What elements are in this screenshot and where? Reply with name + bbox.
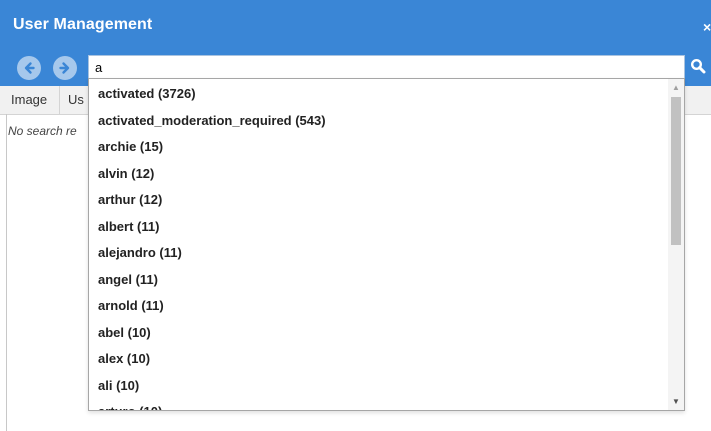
empty-results-message: No search re	[8, 124, 77, 138]
window-title: User Management	[13, 16, 153, 33]
search-button[interactable]	[690, 58, 711, 78]
search-icon	[690, 58, 706, 78]
arrow-left-circle-icon	[22, 61, 36, 75]
autocomplete-item[interactable]: activated_moderation_required (543)	[89, 108, 667, 135]
scroll-up-button[interactable]: ▲	[668, 79, 684, 96]
autocomplete-item[interactable]: arthur (12)	[89, 187, 667, 214]
forward-button[interactable]	[53, 56, 77, 80]
autocomplete-item[interactable]: abel (10)	[89, 320, 667, 347]
autocomplete-item[interactable]: angel (11)	[89, 267, 667, 294]
autocomplete-item[interactable]: ali (10)	[89, 373, 667, 400]
scrollbar-thumb[interactable]	[671, 97, 681, 245]
autocomplete-item[interactable]: archie (15)	[89, 134, 667, 161]
autocomplete-item[interactable]: albert (11)	[89, 214, 667, 241]
autocomplete-item[interactable]: activated (3726)	[89, 81, 667, 108]
scroll-down-button[interactable]: ▼	[668, 393, 684, 410]
close-icon[interactable]: ×	[703, 19, 711, 35]
panel-border	[6, 114, 7, 431]
autocomplete-item[interactable]: alex (10)	[89, 346, 667, 373]
autocomplete-list: activated (3726) activated_moderation_re…	[89, 81, 667, 410]
triangle-down-icon: ▼	[672, 397, 680, 406]
autocomplete-item[interactable]: arnold (11)	[89, 293, 667, 320]
triangle-up-icon: ▲	[672, 83, 680, 92]
autocomplete-item[interactable]: alvin (12)	[89, 161, 667, 188]
autocomplete-dropdown[interactable]: activated (3726) activated_moderation_re…	[88, 78, 685, 411]
search-input[interactable]	[88, 55, 685, 79]
column-header-image[interactable]: Image	[0, 86, 60, 114]
user-management-window: User Management × a Image Us No search r…	[0, 0, 711, 431]
autocomplete-item[interactable]: alejandro (11)	[89, 240, 667, 267]
arrow-right-circle-icon	[58, 61, 72, 75]
autocomplete-item[interactable]: arturo (10)	[89, 399, 667, 410]
title-bar: User Management ×	[0, 0, 711, 50]
dropdown-scrollbar[interactable]: ▲ ▼	[668, 79, 684, 410]
back-button[interactable]	[17, 56, 41, 80]
